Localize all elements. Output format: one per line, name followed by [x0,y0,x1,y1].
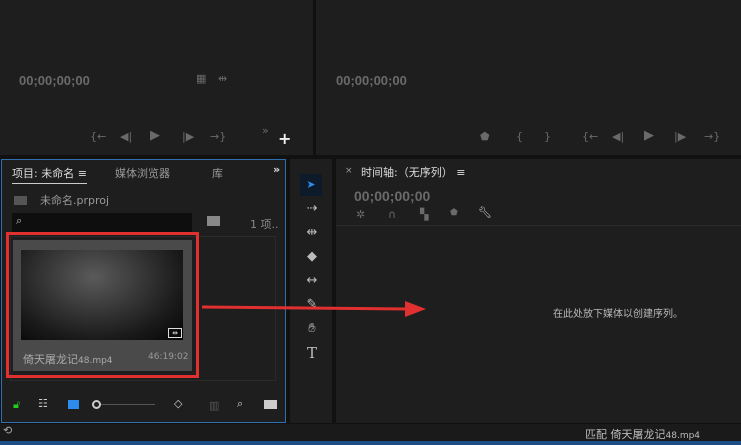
match-status: 匹配 倚天屠龙记48.mp4 [585,428,701,441]
annotation-arrow [201,301,426,317]
taskbar-edge [0,441,741,445]
sync-icon[interactable]: ⟲ [3,424,12,437]
status-bar: ⟲ 匹配 倚天屠龙记48.mp4 [0,424,741,441]
